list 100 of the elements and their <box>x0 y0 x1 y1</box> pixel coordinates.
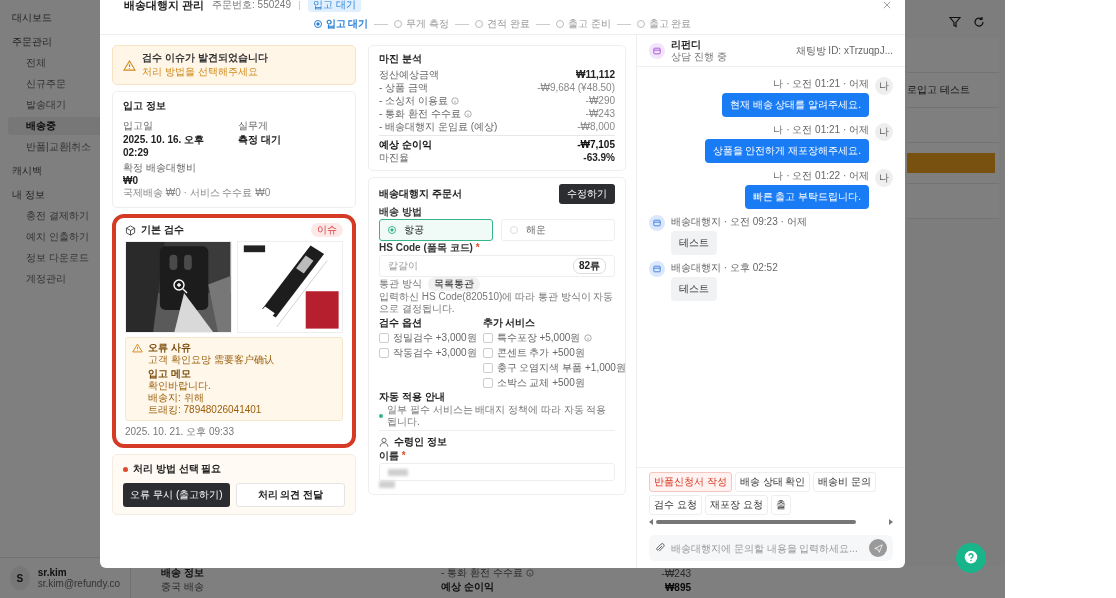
action-button[interactable]: 오류 무시 (출고하기) <box>123 483 230 507</box>
message-meta: 나 · 오전 01:21 · 어제 <box>773 123 869 137</box>
timestamp: 2025. 10. 21. 오후 09:33 <box>125 425 235 439</box>
row-value: -₩243 <box>585 107 615 120</box>
shipping-option[interactable]: 해운 <box>501 219 615 241</box>
alert-title: 검수 이슈가 발견되었습니다 <box>142 51 268 65</box>
progress-step: 무게 측정 <box>394 17 450 31</box>
status-dot-icon <box>123 466 128 472</box>
checkbox[interactable] <box>482 348 493 358</box>
message-input[interactable]: 배송대행지에 문의할 내용을 입력하세요... <box>671 539 863 557</box>
user-email: sr.kim@refundy.co <box>37 578 120 589</box>
message-meta: 배송대행지 · 오후 02:52 <box>671 261 778 275</box>
fee-note: 국제배송 ₩0 · 서비스 수수료 ₩0 <box>123 186 272 200</box>
row-label: - 배송대행지 운임료 (예상) <box>379 120 498 133</box>
row-value: -₩290 <box>585 94 615 107</box>
row-label: - 통화 환전 수수료 <box>379 107 461 120</box>
card-title: 기본 검수 <box>141 223 184 237</box>
option-label: 특수포장 +5,000원 <box>496 331 581 345</box>
card-title: 입고 정보 <box>123 99 167 113</box>
tariff-tag: 목록통관 <box>427 277 480 291</box>
checkbox[interactable] <box>379 348 389 358</box>
issue-badge: 이슈 <box>311 223 343 237</box>
message-bubble: 현재 배송 상태를 알려주세요. <box>721 93 869 117</box>
field-value: 측정 대기 <box>238 133 282 147</box>
hs-note: 입력하신 HS Code(820510)에 따라 통관 방식이 자동으로 결정됩니다. <box>379 291 615 315</box>
option-label: 작동검수 +3,000원 <box>393 346 477 360</box>
checkbox[interactable] <box>379 333 389 343</box>
order-number: 주문번호: 550249 <box>212 0 291 12</box>
group-title: 검수 옵션 <box>379 316 423 330</box>
message-bubble: 테스트 <box>671 277 717 301</box>
field-label: HS Code (품목 코드) * <box>379 241 481 255</box>
input-field[interactable] <box>379 463 615 481</box>
message-meta: 나 · 오전 01:21 · 어제 <box>773 77 869 91</box>
field-label: 배송 방법 <box>379 205 423 219</box>
message-bubble: 빠른 출고 부탁드립니다. <box>744 185 869 209</box>
section-title: 배송 정보 <box>161 566 205 580</box>
field-label: 입고일 <box>123 119 154 133</box>
row-label: - 소싱처 이용료 <box>379 94 448 107</box>
checkbox[interactable] <box>482 363 493 373</box>
alert-message: 처리 방법을 선택해주세요 <box>142 65 259 79</box>
filter-icon[interactable] <box>949 16 961 28</box>
store-icon <box>649 261 665 277</box>
memo-line: 배송지: 위해 <box>148 392 205 404</box>
modal-title: 배송대행지 관리 <box>124 0 205 13</box>
message-meta: 배송대행지 · 오전 09:23 · 어제 <box>671 215 807 229</box>
bullet-icon <box>379 414 383 418</box>
action-title: 처리 방법 선택 필요 <box>133 462 222 476</box>
profit-value: ₩895 <box>664 581 691 593</box>
memo-line: 확인바랍니다. <box>148 380 212 392</box>
section-label: 중국 배송 <box>161 580 205 594</box>
message-field[interactable]: 배송대행지에 문의할 내용을 입력하세요... <box>649 535 893 561</box>
refresh-icon[interactable] <box>973 16 985 28</box>
memo-label: 입고 메모 <box>148 368 192 380</box>
option-label: 충구 오염지색 부품 +1,000원 <box>496 361 626 375</box>
warning-icon <box>123 59 136 71</box>
person-icon <box>379 437 389 447</box>
checkbox[interactable] <box>482 333 493 343</box>
memo-line: 트래킹: 78948026041401 <box>148 404 263 416</box>
row-label: 마진율 <box>379 151 409 164</box>
hs-code-field[interactable]: 칼갈이 82류 <box>379 255 615 277</box>
send-button[interactable] <box>869 539 887 557</box>
store-icon <box>649 215 665 231</box>
card-title: 마진 분석 <box>379 52 423 66</box>
zoom-in-icon[interactable] <box>172 278 188 294</box>
row-value: ₩11,112 <box>576 68 615 81</box>
user-avatar: S <box>10 566 30 590</box>
option-label: 콘센트 추가 +500원 <box>496 346 585 360</box>
close-icon[interactable] <box>883 1 891 9</box>
store-icon <box>649 42 665 59</box>
status-badge: 입고 대기 <box>308 0 361 12</box>
table-cell: 로입고 테스트 <box>907 83 970 97</box>
message-bubble: 상품을 안전하게 재포장해주세요. <box>704 139 869 163</box>
field-label: 실무게 <box>238 119 269 133</box>
quick-reply-chip[interactable]: 배송 상태 확인 <box>734 472 811 492</box>
card-title: 배송대행지 주문서 <box>379 187 462 201</box>
action-button[interactable]: 처리 의견 전달 <box>236 483 345 507</box>
edit-button[interactable]: 수정하기 <box>559 184 615 204</box>
shipping-option[interactable]: 항공 <box>379 219 493 241</box>
row-value: -₩8,000 <box>577 120 615 133</box>
row-value: -63.9% <box>583 151 615 164</box>
quick-reply-chip[interactable]: 재포장 요청 <box>704 495 768 515</box>
checkbox[interactable] <box>482 378 493 388</box>
user-avatar: 나 <box>875 77 893 95</box>
progress-step: 입고 대기 <box>313 17 369 31</box>
quick-reply-chip[interactable]: 배송비 문의 <box>813 472 877 492</box>
quick-reply-chip[interactable]: 반품신청서 작성 <box>649 472 732 492</box>
field-value: 2025. 10. 16. 오후 02:29 <box>123 133 206 158</box>
scrollbar[interactable] <box>649 519 893 525</box>
error-reason: 고객 확인요망 需要客户确认 <box>148 354 274 366</box>
chat-status: 상담 진행 중 <box>671 50 727 62</box>
paperclip-icon[interactable] <box>655 543 665 553</box>
option-label: 정밀검수 +3,000원 <box>393 331 477 345</box>
row-label: - 상품 금액 <box>379 81 428 94</box>
redacted-text <box>379 481 395 488</box>
quick-reply-chip[interactable]: 검수 요청 <box>649 495 702 515</box>
user-avatar: 나 <box>875 123 893 141</box>
chat-title: 리펀디 <box>671 39 702 51</box>
fee-value: -₩243 <box>661 567 691 579</box>
quick-reply-chip[interactable]: 출 <box>770 495 791 515</box>
field-label: 이름 * <box>379 449 407 463</box>
